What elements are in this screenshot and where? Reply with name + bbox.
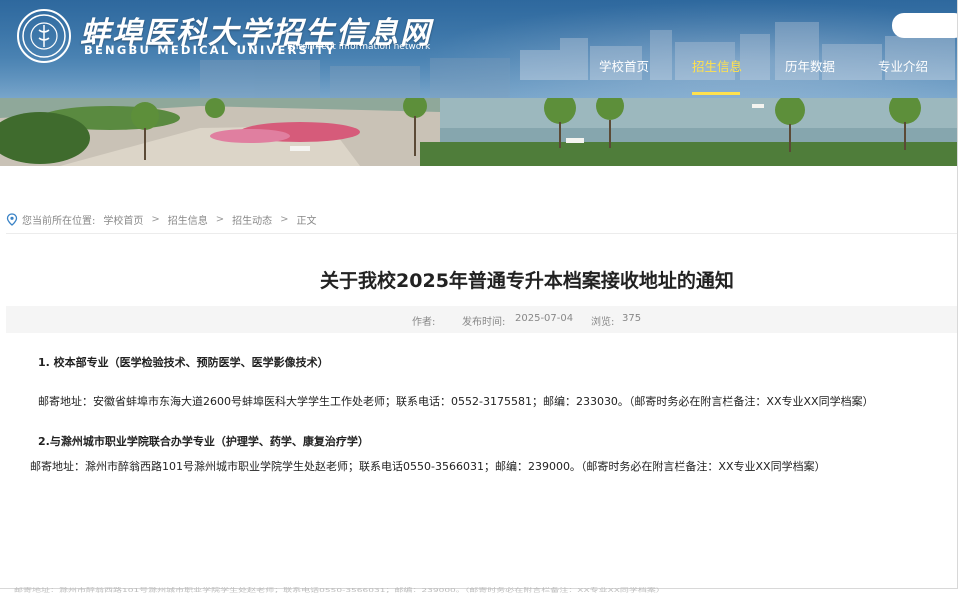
site-header: 蚌埠医科大学招生信息网 BENGBU MEDICAL UNIVERSITY En… — [0, 0, 957, 166]
breadcrumb: 您当前所在位置: 学校首页 > 招生信息 > 招生动态 > 正文 — [6, 211, 317, 227]
campus-banner-image — [0, 98, 957, 166]
search-input[interactable] — [892, 13, 957, 38]
breadcrumb-prefix: 您当前所在位置: — [22, 215, 96, 227]
breadcrumb-separator: > — [151, 213, 160, 225]
meta-author-label: 作者: — [412, 317, 436, 328]
article-title: 关于我校2025年普通专升本档案接收地址的通知 — [320, 270, 734, 292]
breadcrumb-separator: > — [215, 213, 225, 225]
page-frame: 蚌埠医科大学招生信息网 BENGBU MEDICAL UNIVERSITY En… — [0, 0, 958, 589]
breadcrumb-separator: > — [280, 213, 289, 225]
meta-views: 375 — [622, 313, 642, 324]
breadcrumb-link-admissions[interactable]: 招生信息 — [168, 212, 208, 227]
nav-active-indicator — [692, 92, 740, 95]
mailing-address-main-campus: 邮寄地址：安徽省蚌埠市东海大道2600号蚌埠医科大学学生工作处老师；联系电话：0… — [38, 395, 874, 408]
overflow-text-fragment: 邮寄地址：滁州市醉翁西路101号滁州城市职业学院学生处赵老师；联系电话0550-… — [14, 587, 665, 594]
nav-item-history-data[interactable]: 历年数据 — [785, 56, 835, 75]
meta-views-label: 浏览: — [591, 317, 615, 328]
breadcrumb-link-home[interactable]: 学校首页 — [103, 212, 143, 227]
location-pin-icon — [6, 212, 18, 226]
meta-date: 2025-07-04 — [515, 313, 574, 324]
nav-item-admissions[interactable]: 招生信息 — [692, 56, 742, 75]
university-seal-icon[interactable] — [17, 9, 71, 63]
nav-item-home[interactable]: 学校首页 — [599, 56, 649, 75]
meta-date-label: 发布时间: — [462, 317, 506, 328]
mailing-address-chuzhou: 邮寄地址：滁州市醉翁西路101号滁州城市职业学院学生处赵老师；联系电话0550-… — [30, 460, 826, 473]
section-heading-chuzhou: 2.与滁州城市职业学院联合办学专业（护理学、药学、康复治疗学） — [38, 435, 369, 448]
breadcrumb-link-news[interactable]: 招生动态 — [232, 212, 272, 227]
site-logo-subtitle: Enrollment information network — [287, 42, 431, 52]
breadcrumb-divider — [6, 233, 957, 234]
nav-item-majors[interactable]: 专业介绍 — [878, 56, 928, 75]
section-heading-main-campus: 1. 校本部专业（医学检验技术、预防医学、医学影像技术） — [38, 356, 329, 369]
breadcrumb-current: 正文 — [296, 215, 317, 227]
article-meta-bar: 作者: 发布时间: 2025-07-04 浏览: 375 — [6, 306, 957, 333]
